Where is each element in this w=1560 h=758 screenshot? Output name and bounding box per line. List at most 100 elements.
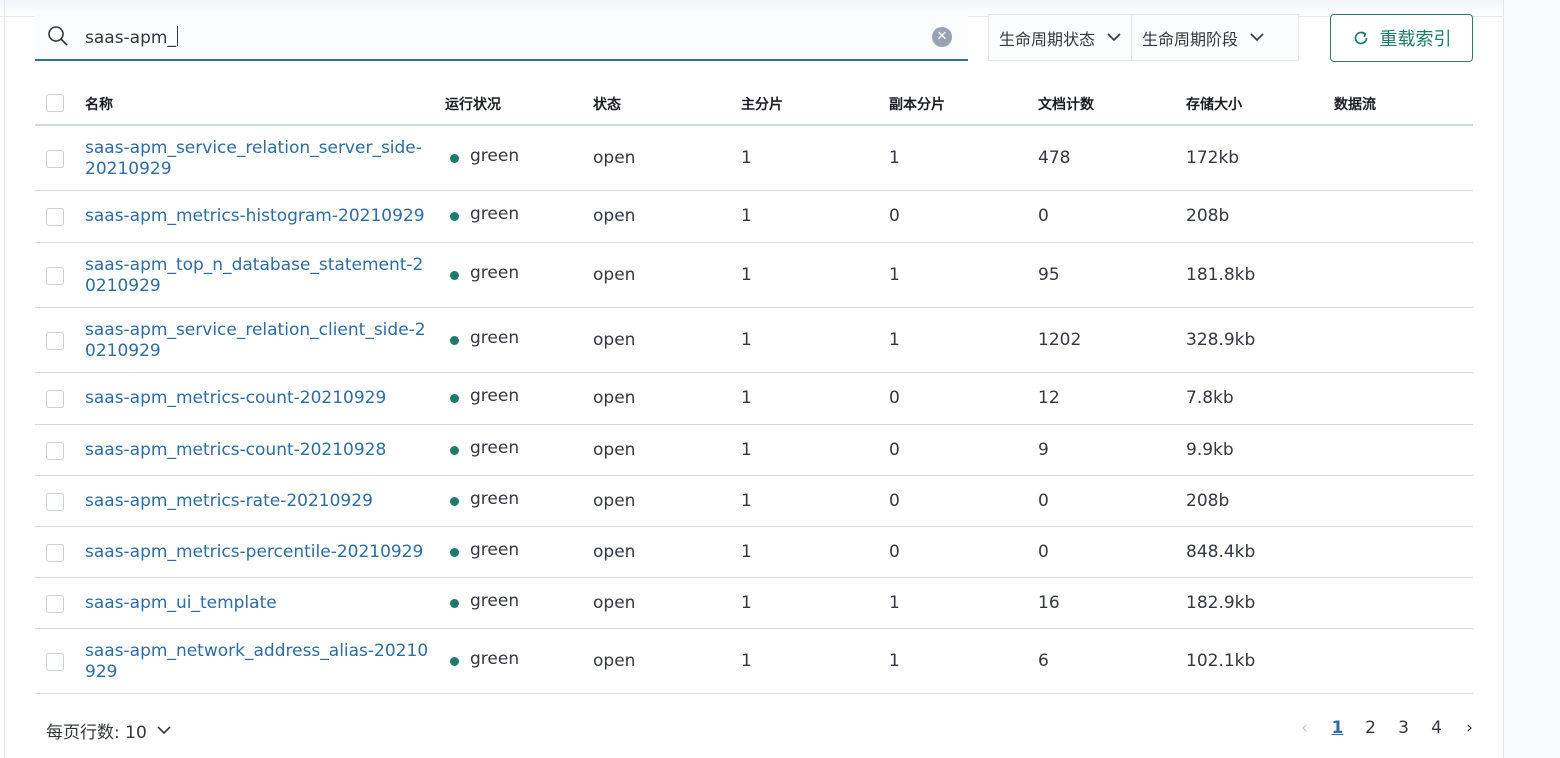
health-status-dot xyxy=(450,153,459,163)
replica-shards-cell: 0 xyxy=(889,388,900,408)
storage-size-cell: 848.4kb xyxy=(1186,541,1256,562)
row-checkbox[interactable] xyxy=(46,208,64,226)
primary-shards-cell: 1 xyxy=(741,592,752,613)
search-field[interactable]: saas-apm_ ✕ xyxy=(35,14,968,61)
index-name-link[interactable]: saas-apm_metrics-percentile-20210929 xyxy=(85,542,430,563)
page-button-1[interactable]: 1 xyxy=(1321,718,1354,738)
row-checkbox[interactable] xyxy=(46,331,64,350)
replica-shards-cell: 0 xyxy=(889,206,900,226)
column-header-docs-count[interactable]: 文档计数 xyxy=(1038,94,1094,114)
status-cell: open xyxy=(593,490,636,511)
lifecycle-phase-filter[interactable]: 生命周期阶段 xyxy=(1131,15,1274,60)
primary-shards-cell: 1 xyxy=(741,490,752,511)
docs-count-cell: 478 xyxy=(1038,147,1071,168)
primary-shards-cell: 1 xyxy=(741,329,752,350)
health-status-dot xyxy=(450,335,459,345)
status-cell: open xyxy=(593,439,636,460)
docs-count-cell: 0 xyxy=(1038,541,1049,562)
table-header: 名称 运行状况 状态 主分片 副本分片 文档计数 存储大小 数据流 xyxy=(35,82,1473,126)
storage-size-cell: 7.8kb xyxy=(1186,388,1234,408)
column-header-primary[interactable]: 主分片 xyxy=(741,94,783,114)
storage-size-cell: 181.8kb xyxy=(1186,264,1256,285)
replica-shards-cell: 0 xyxy=(889,541,900,562)
refresh-icon xyxy=(1354,31,1367,45)
status-cell: open xyxy=(593,650,636,671)
index-name-link[interactable]: saas-apm_metrics-count-20210929 xyxy=(85,388,430,409)
status-cell: open xyxy=(593,147,636,168)
health-cell: green xyxy=(470,488,520,509)
pagination: ‹ 1 2 3 4 › xyxy=(1288,718,1486,738)
column-header-data-stream[interactable]: 数据流 xyxy=(1334,94,1376,114)
left-border xyxy=(4,0,5,758)
clear-search-icon[interactable]: ✕ xyxy=(932,27,952,47)
column-header-status[interactable]: 状态 xyxy=(593,94,621,114)
column-header-storage-size[interactable]: 存储大小 xyxy=(1186,94,1242,114)
docs-count-cell: 9 xyxy=(1038,439,1049,460)
column-header-health[interactable]: 运行状况 xyxy=(445,94,501,114)
index-name-link[interactable]: saas-apm_service_relation_server_side-20… xyxy=(85,138,430,180)
column-header-replica[interactable]: 副本分片 xyxy=(889,94,945,114)
index-name-link[interactable]: saas-apm_ui_template xyxy=(85,593,430,614)
page-button-4[interactable]: 4 xyxy=(1420,718,1453,738)
primary-shards-cell: 1 xyxy=(741,147,752,168)
health-cell: green xyxy=(470,204,520,224)
row-checkbox[interactable] xyxy=(46,652,64,671)
docs-count-cell: 12 xyxy=(1038,388,1060,408)
row-checkbox[interactable] xyxy=(46,492,64,511)
health-status-dot xyxy=(450,394,459,403)
select-all-checkbox[interactable] xyxy=(46,94,64,112)
index-name-link[interactable]: saas-apm_metrics-histogram-20210929 xyxy=(85,206,430,227)
rows-per-page-selector[interactable]: 每页行数: 10 xyxy=(46,718,171,743)
replica-shards-cell: 1 xyxy=(889,264,900,285)
table-row: saas-apm_metrics-rate-20210929 green open 1… xyxy=(35,476,1473,527)
table-row: saas-apm_service_relation_server_side-20… xyxy=(35,126,1473,191)
search-input[interactable]: saas-apm_ xyxy=(85,26,178,48)
index-name-link[interactable]: saas-apm_metrics-count-20210928 xyxy=(85,440,430,461)
row-checkbox[interactable] xyxy=(46,390,64,408)
health-cell: green xyxy=(470,327,520,348)
table-row: saas-apm_service_relation_client_side-20… xyxy=(35,308,1473,373)
index-name-link[interactable]: saas-apm_service_relation_client_side-20… xyxy=(85,320,430,362)
page-button-3[interactable]: 3 xyxy=(1387,718,1420,738)
primary-shards-cell: 1 xyxy=(741,264,752,285)
index-name-link[interactable]: saas-apm_top_n_database_statement-202109… xyxy=(85,255,430,297)
next-page-icon[interactable]: › xyxy=(1453,718,1486,738)
row-checkbox[interactable] xyxy=(46,441,64,460)
table-row: saas-apm_ui_template green open 1 1 16 182.9kb xyxy=(35,578,1473,629)
index-name-link[interactable]: saas-apm_metrics-rate-20210929 xyxy=(85,491,430,512)
chevron-down-icon xyxy=(1250,33,1264,42)
health-status-dot xyxy=(450,656,459,666)
docs-count-cell: 0 xyxy=(1038,206,1049,226)
row-checkbox[interactable] xyxy=(46,594,64,613)
health-status-dot xyxy=(450,270,459,280)
chevron-down-icon xyxy=(157,726,171,735)
primary-shards-cell: 1 xyxy=(741,541,752,562)
health-cell: green xyxy=(470,648,520,669)
storage-size-cell: 102.1kb xyxy=(1186,650,1256,671)
reload-indices-label: 重载索引 xyxy=(1379,29,1452,50)
storage-size-cell: 172kb xyxy=(1186,147,1240,168)
row-checkbox[interactable] xyxy=(46,266,64,285)
lifecycle-status-filter[interactable]: 生命周期状态 xyxy=(989,15,1131,60)
lifecycle-phase-label: 生命周期阶段 xyxy=(1142,29,1239,49)
docs-count-cell: 1202 xyxy=(1038,329,1082,350)
storage-size-cell: 208b xyxy=(1186,490,1230,511)
table-row: saas-apm_top_n_database_statement-202109… xyxy=(35,243,1473,308)
storage-size-cell: 208b xyxy=(1186,206,1230,226)
replica-shards-cell: 0 xyxy=(889,439,900,460)
row-checkbox[interactable] xyxy=(46,149,64,168)
column-header-name[interactable]: 名称 xyxy=(85,94,113,114)
health-status-dot xyxy=(450,496,459,506)
row-checkbox[interactable] xyxy=(46,543,64,562)
status-cell: open xyxy=(593,329,636,350)
storage-size-cell: 9.9kb xyxy=(1186,439,1234,460)
primary-shards-cell: 1 xyxy=(741,439,752,460)
docs-count-cell: 6 xyxy=(1038,650,1049,671)
reload-indices-button[interactable]: 重载索引 xyxy=(1330,14,1473,62)
previous-page-icon[interactable]: ‹ xyxy=(1288,718,1321,738)
health-cell: green xyxy=(470,539,520,560)
page-button-2[interactable]: 2 xyxy=(1354,718,1387,738)
index-name-link[interactable]: saas-apm_network_address_alias-20210929 xyxy=(85,641,430,683)
lifecycle-status-label: 生命周期状态 xyxy=(999,29,1096,49)
status-cell: open xyxy=(593,388,636,408)
